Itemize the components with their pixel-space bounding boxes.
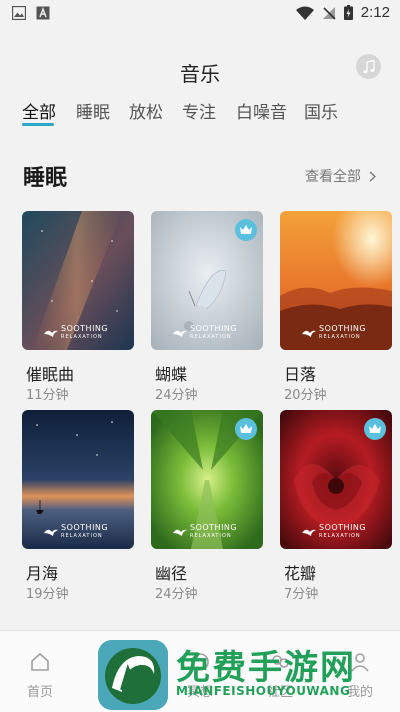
- brand-tagline: RELAXATION: [319, 334, 361, 340]
- nav-home-label: 首页: [26, 685, 53, 700]
- nav-home[interactable]: 首页: [10, 651, 70, 700]
- wifi-icon: [295, 6, 314, 20]
- active-tab-indicator: [22, 123, 54, 126]
- text-notification-icon: [36, 6, 50, 20]
- brand-tagline: RELAXATION: [190, 533, 232, 539]
- brand-tagline: RELAXATION: [61, 533, 103, 539]
- bird-logo-icon: [302, 529, 316, 536]
- track-cover-image: SOOTHING RELAXATION: [22, 211, 134, 350]
- track-title: 花瓣: [284, 564, 317, 583]
- brand-logo: SOOTHING RELAXATION: [302, 523, 366, 541]
- view-all-label: 查看全部: [305, 169, 361, 185]
- track-cover-image: SOOTHING RELAXATION: [151, 410, 263, 549]
- track-duration: 19分钟: [26, 587, 69, 602]
- premium-badge: [235, 418, 257, 440]
- track-cover-image: SOOTHING RELAXATION: [151, 211, 263, 350]
- bird-logo-icon: [173, 330, 187, 337]
- brand-name: SOOTHING: [190, 523, 238, 532]
- no-signal-icon: [322, 6, 336, 20]
- brand-tagline: RELAXATION: [190, 334, 232, 340]
- track-duration: 24分钟: [155, 388, 198, 403]
- status-bar: 2:12: [0, 0, 400, 28]
- page-title: 音乐: [180, 62, 220, 86]
- track-title: 蝴蝶: [155, 365, 188, 384]
- tab-relax[interactable]: 放松: [129, 98, 163, 123]
- track-duration: 11分钟: [26, 388, 69, 403]
- track-duration: 20分钟: [284, 388, 327, 403]
- brand-logo: SOOTHING RELAXATION: [44, 324, 108, 342]
- track-title: 催眠曲: [26, 365, 75, 384]
- bird-logo-icon: [44, 529, 58, 536]
- watermark-subtitle: MIANFEISHOUYOUWANG: [176, 684, 351, 698]
- brand-logo: SOOTHING RELAXATION: [173, 324, 237, 342]
- brand-logo: SOOTHING RELAXATION: [173, 523, 237, 541]
- track-title: 日落: [284, 365, 317, 384]
- tab-sleep[interactable]: 睡眠: [76, 98, 110, 123]
- brand-name: SOOTHING: [61, 523, 109, 532]
- brand-name: SOOTHING: [190, 324, 238, 333]
- track-title: 月海: [26, 564, 59, 583]
- tab-all[interactable]: 全部: [22, 98, 56, 123]
- header: 音乐: [0, 44, 400, 92]
- crown-icon: [369, 424, 381, 433]
- premium-badge: [364, 418, 386, 440]
- view-all-link[interactable]: 查看全部: [305, 166, 376, 186]
- brand-name: SOOTHING: [319, 324, 367, 333]
- bird-logo-icon: [302, 330, 316, 337]
- brand-logo: SOOTHING RELAXATION: [302, 324, 366, 342]
- brand-tagline: RELAXATION: [61, 334, 103, 340]
- watermark-logo: [98, 640, 168, 710]
- tab-focus[interactable]: 专注: [182, 98, 216, 123]
- crown-icon: [240, 225, 252, 234]
- home-icon: [31, 653, 49, 671]
- music-player-button[interactable]: [356, 54, 381, 79]
- watermark-title: 免费手游网: [176, 648, 356, 688]
- battery-charging-icon: [343, 5, 353, 20]
- bird-logo-icon: [173, 529, 187, 536]
- brand-name: SOOTHING: [61, 324, 109, 333]
- track-cover-image: SOOTHING RELAXATION: [280, 410, 392, 549]
- tab-chinese-music[interactable]: 国乐: [304, 98, 338, 123]
- tab-white-noise[interactable]: 白噪音: [236, 98, 287, 123]
- track-cover-image: SOOTHING RELAXATION: [280, 211, 392, 350]
- brand-logo: SOOTHING RELAXATION: [44, 523, 108, 541]
- track-cover-image: SOOTHING RELAXATION: [22, 410, 134, 549]
- music-note-icon: [363, 59, 375, 73]
- section-title: 睡眠: [23, 166, 68, 191]
- track-title: 幽径: [155, 564, 188, 583]
- status-time: 2:12: [360, 4, 390, 21]
- category-tabs: 全部 睡眠 放松 专注 白噪音 国乐: [0, 98, 400, 126]
- track-duration: 7分钟: [284, 587, 319, 602]
- brand-name: SOOTHING: [319, 523, 367, 532]
- brand-tagline: RELAXATION: [319, 533, 361, 539]
- bird-logo-icon: [44, 330, 58, 337]
- premium-badge: [235, 219, 257, 241]
- image-notification-icon: [12, 6, 26, 20]
- crown-icon: [240, 424, 252, 433]
- chevron-right-icon: [369, 170, 376, 182]
- track-duration: 24分钟: [155, 587, 198, 602]
- site-watermark: 免费手游网 MIANFEISHOUYOUWANG: [98, 640, 398, 711]
